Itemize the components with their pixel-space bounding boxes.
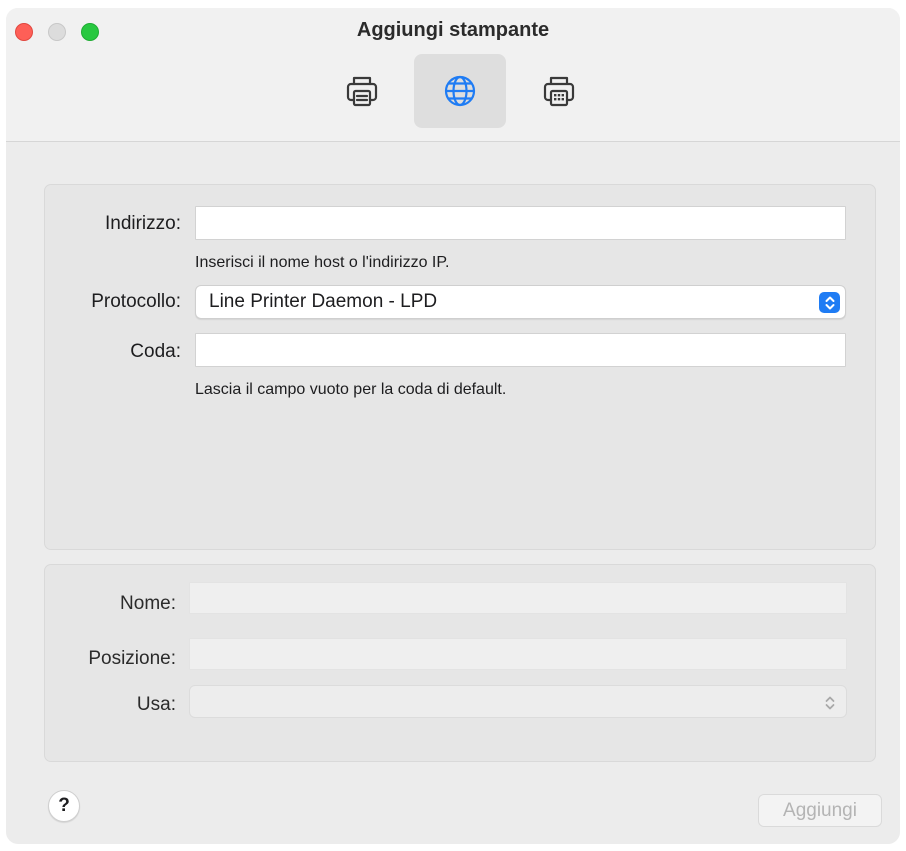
fax-printer-icon bbox=[541, 73, 577, 109]
toolbar-default-button[interactable] bbox=[316, 54, 408, 128]
address-hint: Inserisci il nome host o l'indirizzo IP. bbox=[195, 254, 450, 271]
globe-icon bbox=[442, 73, 478, 109]
printer-icon bbox=[344, 73, 380, 109]
add-button[interactable]: Aggiungi bbox=[758, 794, 882, 827]
location-label: Posizione: bbox=[88, 648, 176, 669]
chevron-up-down-icon bbox=[819, 292, 840, 313]
toolbar-windows-button[interactable] bbox=[513, 54, 605, 128]
queue-field[interactable] bbox=[195, 333, 846, 367]
add-printer-window: Aggiungi stampante Indirizzo: Inserisci … bbox=[6, 8, 900, 844]
queue-label: Coda: bbox=[130, 341, 181, 362]
help-button[interactable]: ? bbox=[48, 790, 80, 822]
use-select[interactable] bbox=[189, 685, 847, 718]
name-label: Nome: bbox=[120, 593, 176, 614]
protocol-label: Protocollo: bbox=[91, 291, 181, 312]
name-field[interactable] bbox=[189, 582, 847, 614]
window-title: Aggiungi stampante bbox=[356, 19, 550, 41]
queue-hint: Lascia il campo vuoto per la coda di def… bbox=[195, 381, 507, 398]
use-label: Usa: bbox=[136, 694, 176, 715]
protocol-select[interactable]: Line Printer Daemon - LPD bbox=[195, 285, 846, 319]
chevron-up-down-icon bbox=[822, 693, 838, 713]
address-label: Indirizzo: bbox=[104, 213, 181, 234]
toolbar-ip-button[interactable] bbox=[414, 54, 506, 128]
address-field[interactable] bbox=[195, 206, 846, 240]
title-bar: Aggiungi stampante bbox=[6, 8, 900, 142]
location-field[interactable] bbox=[189, 638, 847, 670]
protocol-value: Line Printer Daemon - LPD bbox=[209, 291, 438, 312]
